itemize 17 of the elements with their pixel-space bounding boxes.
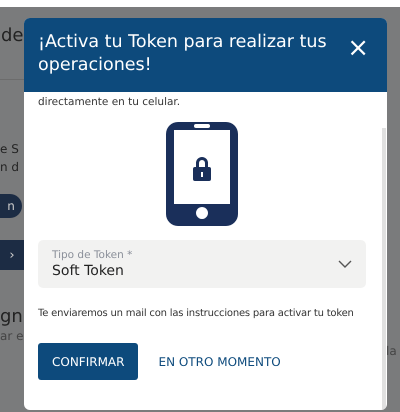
modal-title: ¡Activa tu Token para realizar tus operaciones! [38,31,328,77]
page-text: n d [0,159,20,176]
section-text: ar e [0,329,24,343]
section-heading: gn [0,306,23,327]
page-heading: de [1,25,24,48]
page-text: e S [0,141,20,158]
confirm-button[interactable]: CONFIRMAR [38,343,138,380]
page-row[interactable]: › [0,240,24,270]
info-text: Te enviaremos un mail con las instrucciones para activar tu token [38,308,355,319]
close-button[interactable]: × [347,37,369,59]
section-text: la [386,344,397,358]
chevron-down-icon [338,260,352,268]
later-link[interactable]: EN OTRO MOMENTO [156,350,283,372]
token-type-select[interactable]: Tipo de Token * Soft Token [38,240,366,288]
intro-text: directamente en tu celular. [38,96,182,108]
locked-phone-icon [166,122,238,226]
page-button[interactable]: n [0,194,22,218]
